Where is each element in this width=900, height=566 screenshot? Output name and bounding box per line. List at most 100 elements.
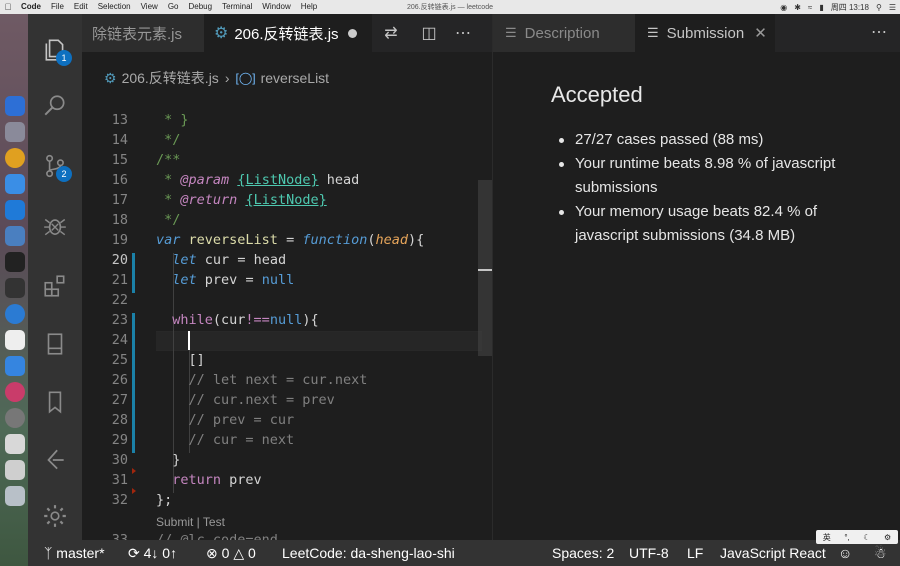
extensions-button[interactable]	[28, 264, 82, 308]
debug-button[interactable]	[28, 204, 82, 248]
close-icon[interactable]: ✕	[754, 24, 767, 42]
app-dock-icon[interactable]	[5, 174, 25, 194]
modified-gutter-mark	[132, 253, 135, 293]
status-bar: ᛉ master* ⟳ 4↓ 0↑ ⊗ 0 △ 0 LeetCode: da-s…	[28, 540, 900, 566]
sync-status[interactable]: ⟳ 4↓ 0↑	[128, 540, 177, 566]
menu-debug[interactable]: Debug	[183, 0, 217, 14]
tab-remove-elements[interactable]: 除链表元素.js	[82, 14, 204, 52]
line-number: 22	[111, 292, 128, 308]
code-line-13: * }	[156, 112, 189, 128]
more-actions-button[interactable]: ⋯	[871, 14, 887, 52]
line-number: 15	[111, 152, 128, 168]
menubar-clock[interactable]: 周四 13:18	[831, 2, 869, 13]
printer-dock-icon[interactable]	[5, 434, 25, 454]
input-method-bar[interactable]: 英 °, ☾ ⚙	[816, 530, 898, 544]
menu-view[interactable]: View	[136, 0, 163, 14]
menu-selection[interactable]: Selection	[93, 0, 136, 14]
bookmarks-button[interactable]	[28, 380, 82, 424]
finder-dock-icon[interactable]	[5, 96, 25, 116]
chevron-right-icon: ›	[224, 70, 230, 86]
menu-edit[interactable]: Edit	[69, 0, 93, 14]
breadcrumb: ⚙ 206.反转链表.js › [◯] reverseList	[82, 66, 492, 90]
edge-dock-icon[interactable]	[5, 304, 25, 324]
leetcode-user-status[interactable]: LeetCode: da-sheng-lao-shi	[282, 540, 455, 566]
deleted-gutter-mark	[132, 488, 136, 494]
line-number: 24	[111, 332, 128, 348]
bug-icon	[44, 218, 66, 236]
apple-icon[interactable]: 	[0, 2, 16, 12]
record-icon[interactable]: ◉	[780, 3, 787, 12]
menu-app[interactable]: Code	[16, 0, 46, 14]
eol-status[interactable]: LF	[687, 540, 703, 566]
panel-icon	[47, 333, 63, 355]
settings-button[interactable]	[28, 494, 82, 538]
line-number: 33	[111, 532, 128, 540]
photos-dock-icon[interactable]	[5, 382, 25, 402]
remote-button[interactable]	[28, 322, 82, 366]
search-icon	[44, 95, 65, 116]
chrome-dock-icon[interactable]	[5, 148, 25, 168]
trash-dock-icon[interactable]	[5, 486, 25, 506]
menu-terminal[interactable]: Terminal	[217, 0, 257, 14]
compare-button[interactable]: ⇄	[374, 14, 408, 52]
code-line-17: * @return {ListNode}	[156, 192, 327, 208]
tab-reverse-list[interactable]: ⚙ 206.反转链表.js	[204, 14, 372, 52]
menu-go[interactable]: Go	[163, 0, 184, 14]
language-status[interactable]: JavaScript React	[720, 540, 826, 566]
panel-tab-bar: ☰ Description ☰ Submission ✕ ⋯	[493, 14, 900, 52]
explorer-button[interactable]: 1	[28, 28, 82, 72]
code-line-29: // cur = next	[188, 432, 295, 448]
typora-dock-icon[interactable]	[5, 330, 25, 350]
notification-icon[interactable]: ☰	[889, 3, 896, 12]
submission-result: Accepted 27/27 cases passed (88 ms) Your…	[551, 82, 871, 248]
breadcrumb-symbol[interactable]: reverseList	[261, 70, 329, 86]
unsaved-dot-icon[interactable]	[347, 28, 357, 38]
text-cursor	[188, 331, 190, 350]
code-line-14: */	[156, 132, 181, 148]
launchpad-dock-icon[interactable]	[5, 122, 25, 142]
encoding-status[interactable]: UTF-8	[629, 540, 669, 566]
vscode-dock-icon[interactable]	[5, 200, 25, 220]
code-editor[interactable]: 13 14 15 16 17 18 19 20 21 22 23 24 25 2…	[82, 90, 482, 540]
branch-status[interactable]: ᛉ master*	[44, 540, 105, 566]
battery-icon[interactable]: ▮	[819, 3, 823, 12]
keynote-dock-icon[interactable]	[5, 226, 25, 246]
bluetooth-icon[interactable]: ✱	[794, 3, 801, 12]
more-actions-button[interactable]: ⋯	[446, 14, 480, 52]
codelens-submit-test[interactable]: Submit | Test	[156, 515, 225, 529]
leetcode-button[interactable]	[28, 438, 82, 482]
breadcrumb-file[interactable]: 206.反转链表.js	[122, 68, 219, 88]
source-control-button[interactable]: 2	[28, 144, 82, 188]
overview-cursor-mark	[478, 269, 492, 271]
tab-label: Description	[524, 24, 600, 42]
menu-file[interactable]: File	[46, 0, 69, 14]
split-editor-button[interactable]: ◫	[412, 14, 446, 52]
code-line-18: */	[156, 212, 181, 228]
line-number: 21	[111, 272, 128, 288]
editor-scrollbar[interactable]	[478, 180, 492, 356]
tab-label: Submission	[666, 24, 745, 42]
extensions-icon	[44, 275, 65, 297]
spotlight-icon[interactable]: ⚲	[876, 3, 882, 12]
tab-submission[interactable]: ☰ Submission ✕	[635, 14, 775, 52]
modified-gutter-mark	[132, 313, 135, 453]
code-line-21: let prev = null	[172, 272, 295, 288]
problems-status[interactable]: ⊗ 0 △ 0	[206, 540, 256, 566]
menu-window[interactable]: Window	[257, 0, 295, 14]
console-dock-icon[interactable]	[5, 278, 25, 298]
terminal-dock-icon[interactable]	[5, 252, 25, 272]
code-line-27: // cur.next = prev	[188, 392, 335, 408]
code-line-25: []	[188, 352, 205, 368]
line-number: 27	[111, 392, 128, 408]
menu-help[interactable]: Help	[296, 0, 322, 14]
indentation-status[interactable]: Spaces: 2	[552, 540, 614, 566]
wifi-icon[interactable]: ≈	[808, 3, 812, 12]
tab-description[interactable]: ☰ Description	[493, 14, 635, 52]
settings-icon: ⚙	[884, 532, 892, 542]
mail-dock-icon[interactable]	[5, 356, 25, 376]
source-control-badge: 2	[56, 166, 72, 182]
search-button[interactable]	[28, 84, 82, 128]
settings-dock-icon[interactable]	[5, 408, 25, 428]
code-line-28: // prev = cur	[188, 412, 295, 428]
files-dock-icon[interactable]	[5, 460, 25, 480]
